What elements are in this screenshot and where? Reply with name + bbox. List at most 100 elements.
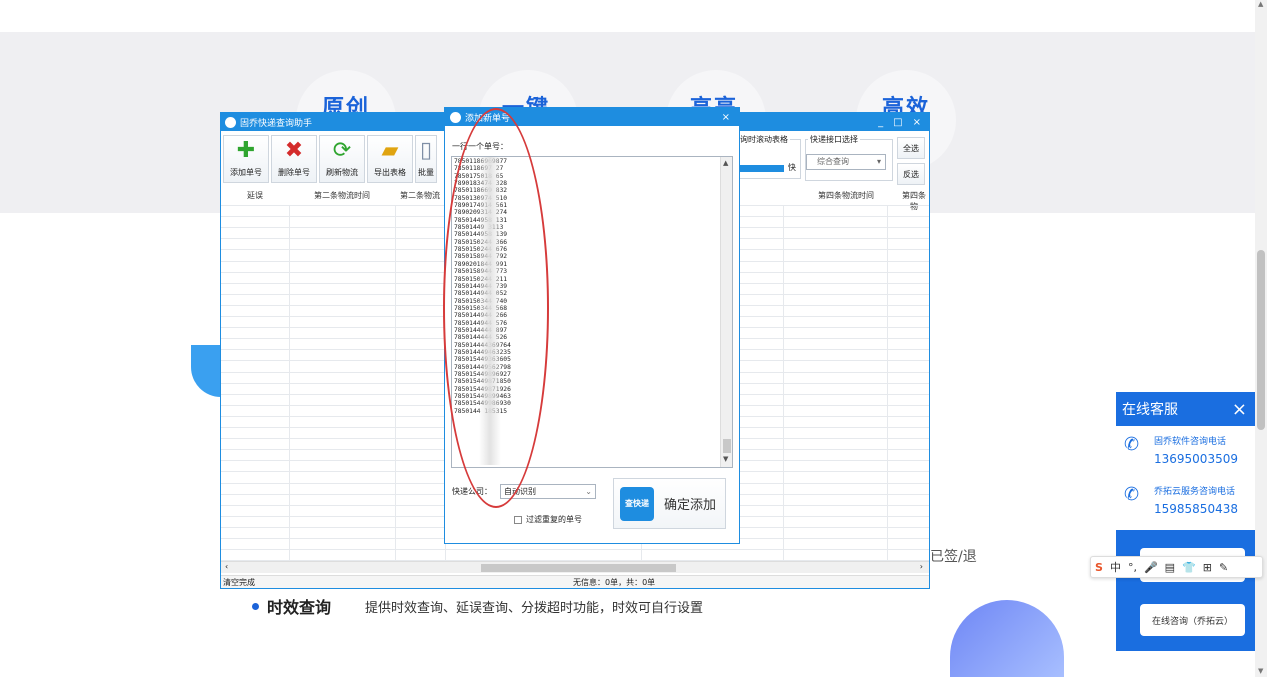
scroll-up-icon[interactable]: ▲ bbox=[723, 159, 728, 167]
plus-icon: ✚ bbox=[236, 138, 256, 163]
add-number-dialog: 添加新单号 × 一行一个单号： 78501186969877 785011869… bbox=[444, 107, 740, 544]
status-text: 已签/退 bbox=[930, 549, 977, 565]
sogou-logo-icon[interactable]: S bbox=[1095, 561, 1103, 574]
interface-select-value: 综合查询 bbox=[817, 157, 849, 166]
feature-row-title: 时效查询 bbox=[267, 598, 332, 617]
cs-contact-label: 固乔软件咨询电话 bbox=[1154, 437, 1227, 447]
cs-body: ✆ 固乔软件咨询电话 13695003509 ✆ 乔拓云服务咨询电话 15985… bbox=[1116, 426, 1255, 530]
feature-row-desc: 提供时效查询、延误查询、分拨超时功能，时效可自行设置 bbox=[365, 600, 704, 616]
scroll-up-icon[interactable]: ▲ bbox=[1258, 0, 1263, 8]
screen: 原创 一键 高亮 高效 已签/退 时效查询 提供时效查询、延误查询、分拨超时功能… bbox=[0, 0, 1267, 677]
filter-duplicates[interactable]: 过滤重复的单号 bbox=[514, 514, 582, 525]
status-left: 清空完成 bbox=[223, 577, 255, 587]
delete-number-button[interactable]: ✖ 删除单号 bbox=[271, 135, 317, 183]
column-header[interactable]: 第二条物流时间 bbox=[289, 190, 395, 204]
app-title: 固乔快递查询助手 bbox=[240, 118, 313, 129]
dialog-prompt: 一行一个单号： bbox=[452, 142, 508, 151]
toolbar-label: 删除单号 bbox=[278, 168, 310, 177]
group-label: 快递接口选择 bbox=[808, 134, 860, 145]
cs-contact-phone: 15985850438 bbox=[1154, 502, 1238, 516]
scroll-thumb[interactable] bbox=[1257, 250, 1265, 430]
interface-select[interactable]: 综合查询 ▾ bbox=[806, 154, 886, 170]
ime-toolbar: S 中 °, 🎤 ▤ 👕 ⊞ ✎ bbox=[1090, 556, 1263, 578]
express-company-label: 快递公司： bbox=[452, 487, 492, 496]
cs-contact-label: 乔拓云服务咨询电话 bbox=[1154, 487, 1236, 497]
textarea-scrollbar[interactable]: ▲ ▼ bbox=[720, 157, 732, 467]
table-column-line bbox=[395, 205, 396, 561]
ime-lang-toggle[interactable]: 中 bbox=[1110, 559, 1121, 575]
decor-shape bbox=[191, 345, 221, 397]
invert-select-label: 反选 bbox=[903, 169, 919, 179]
scroll-down-icon[interactable]: ▼ bbox=[1258, 667, 1263, 675]
scroll-right-icon[interactable]: › bbox=[920, 562, 923, 571]
customer-service-panel: 在线客服 × ✆ 固乔软件咨询电话 13695003509 ✆ 乔拓云服务咨询电… bbox=[1116, 392, 1255, 651]
add-number-button[interactable]: ✚ 添加单号 bbox=[223, 135, 269, 183]
group-label: 询时滚动表格 bbox=[738, 134, 790, 145]
scroll-down-icon[interactable]: ▼ bbox=[723, 455, 728, 463]
cs-close-button[interactable]: × bbox=[1232, 399, 1247, 420]
feature-row: 时效查询 提供时效查询、延误查询、分拨超时功能，时效可自行设置 bbox=[252, 594, 703, 618]
toolbox-icon[interactable]: ⊞ bbox=[1203, 561, 1212, 574]
decor-shape bbox=[950, 600, 1064, 677]
horizontal-scrollbar[interactable]: ‹ › bbox=[221, 561, 929, 573]
keyboard-icon[interactable]: ▤ bbox=[1165, 561, 1175, 574]
app-logo-icon bbox=[225, 116, 236, 128]
cs-contact-phone: 13695003509 bbox=[1154, 452, 1238, 466]
express-company-select[interactable]: 自动识别 ⌄ bbox=[500, 484, 596, 499]
column-header[interactable]: 延误 bbox=[221, 190, 289, 204]
maximize-button[interactable]: □ bbox=[893, 117, 902, 128]
microphone-icon[interactable]: 🎤 bbox=[1144, 561, 1158, 574]
batch-button[interactable]: ▯ 批量 bbox=[415, 135, 437, 183]
scroll-thumb[interactable] bbox=[723, 439, 731, 453]
fast-label: 快 bbox=[788, 163, 796, 172]
express-logo-icon: 查快递 bbox=[620, 486, 654, 521]
close-button[interactable]: × bbox=[913, 117, 921, 128]
select-all-button[interactable]: 全选 bbox=[897, 137, 925, 159]
table-column-line bbox=[783, 205, 784, 561]
refresh-logistics-button[interactable]: ⟳ 刷新物流 bbox=[319, 135, 365, 183]
phone-icon: ✆ bbox=[1124, 434, 1140, 455]
minimize-button[interactable]: _ bbox=[878, 117, 883, 128]
punctuation-icon[interactable]: °, bbox=[1128, 561, 1137, 574]
x-icon: ✖ bbox=[284, 138, 304, 163]
scroll-speed-slider[interactable] bbox=[740, 165, 784, 172]
phone-icon: ✆ bbox=[1124, 484, 1140, 505]
filter-checkbox[interactable] bbox=[514, 515, 522, 524]
invert-select-button[interactable]: 反选 bbox=[897, 163, 925, 185]
tracking-numbers-textarea[interactable]: 78501186969877 7850118697 27 7850175018 … bbox=[451, 156, 733, 468]
confirm-add-label: 确定添加 bbox=[664, 498, 717, 513]
export-table-button[interactable]: ▰ 导出表格 bbox=[367, 135, 413, 183]
dialog-titlebar: 添加新单号 × bbox=[445, 108, 739, 126]
status-count: 无信息：0单，共：0单 bbox=[573, 577, 656, 587]
scroll-left-icon[interactable]: ‹ bbox=[225, 562, 228, 571]
window-controls: _ □ × bbox=[878, 117, 929, 128]
bullet-icon bbox=[252, 602, 259, 610]
cs-contact[interactable]: ✆ 固乔软件咨询电话 13695003509 bbox=[1124, 434, 1238, 466]
pen-icon[interactable]: ✎ bbox=[1219, 561, 1228, 574]
column-header[interactable]: 第二条物流 bbox=[395, 190, 445, 204]
scroll-thumb[interactable] bbox=[481, 564, 676, 572]
folder-icon: ▰ bbox=[381, 138, 399, 163]
cs-title: 在线客服 bbox=[1122, 402, 1178, 418]
toolbar-label: 导出表格 bbox=[374, 168, 406, 177]
toolbar: ✚ 添加单号 ✖ 删除单号 ⟳ 刷新物流 ▰ 导出表格 ▯ 批量 bbox=[223, 135, 437, 183]
confirm-add-button[interactable]: 查快递 确定添加 bbox=[613, 478, 726, 529]
column-header[interactable]: 第四条物流时间 bbox=[793, 190, 899, 204]
dialog-title: 添加新单号 bbox=[465, 113, 511, 124]
column-header[interactable]: 第四条物 bbox=[899, 190, 929, 211]
refresh-icon: ⟳ bbox=[332, 138, 352, 163]
doc-icon: ▯ bbox=[419, 138, 433, 163]
cs-contact[interactable]: ✆ 乔拓云服务咨询电话 15985850438 bbox=[1124, 484, 1238, 516]
express-company-value: 自动识别 bbox=[504, 487, 536, 496]
app-logo-icon bbox=[450, 111, 461, 123]
status-bar: 清空完成 无信息：0单，共：0单 bbox=[221, 575, 929, 588]
dialog-close-button[interactable]: × bbox=[722, 112, 730, 123]
toolbar-label: 添加单号 bbox=[230, 168, 262, 177]
chevron-down-icon: ▾ bbox=[876, 157, 881, 166]
skin-icon[interactable]: 👕 bbox=[1182, 561, 1196, 574]
table-column-line bbox=[887, 205, 888, 561]
online-consult-button[interactable]: 在线咨询（乔拓云） bbox=[1140, 604, 1245, 636]
scroll-group: 询时滚动表格 快 bbox=[738, 134, 801, 179]
toolbar-label: 刷新物流 bbox=[326, 168, 358, 177]
cs-header: 在线客服 × bbox=[1116, 392, 1255, 426]
